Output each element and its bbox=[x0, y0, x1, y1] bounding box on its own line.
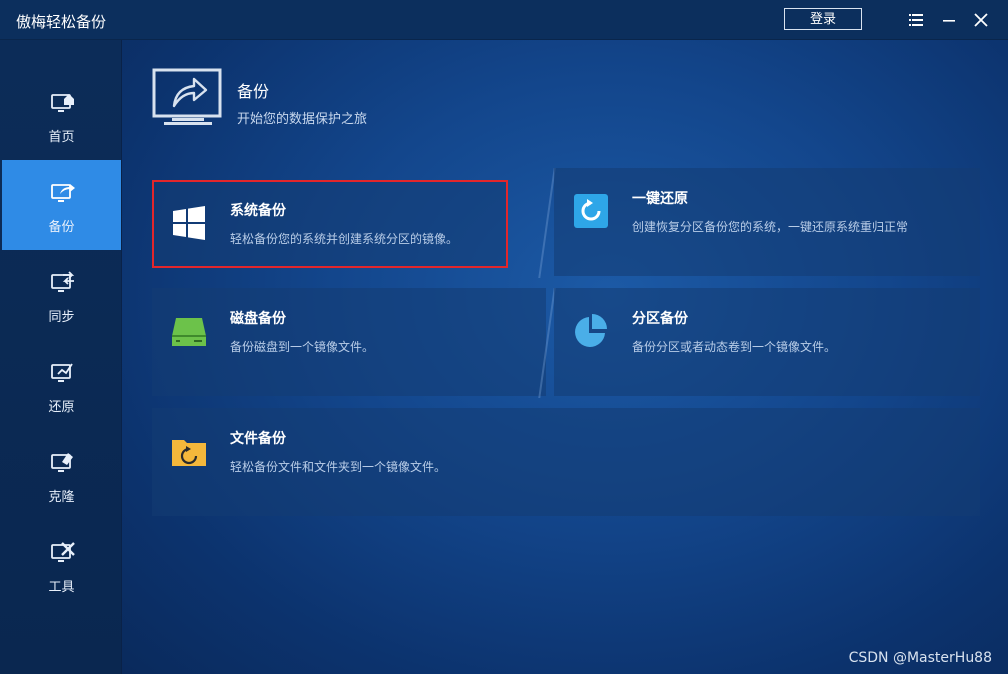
windows-icon bbox=[173, 206, 205, 240]
sidebar-item-home[interactable]: 首页 bbox=[2, 70, 121, 160]
card-desc: 备份磁盘到一个镜像文件。 bbox=[230, 340, 375, 354]
folder-icon bbox=[172, 440, 206, 466]
sidebar-item-clone[interactable]: 克隆 bbox=[2, 430, 121, 520]
pie-icon bbox=[575, 314, 607, 347]
card-title: 分区备份 bbox=[632, 311, 688, 327]
sidebar-item-sync[interactable]: 同步 bbox=[2, 250, 121, 340]
clone-icon bbox=[51, 453, 73, 472]
sidebar-item-label: 还原 bbox=[48, 400, 75, 415]
restore-circle-icon bbox=[574, 194, 608, 228]
sidebar-item-tools[interactable]: 工具 bbox=[2, 520, 121, 610]
menu-icon[interactable] bbox=[908, 12, 924, 28]
sidebar-item-label: 首页 bbox=[48, 130, 75, 145]
card-title: 一键还原 bbox=[632, 191, 688, 207]
page-title: 备份 bbox=[237, 82, 270, 101]
card-desc: 轻松备份文件和文件夹到一个镜像文件。 bbox=[230, 460, 447, 474]
page-subtitle: 开始您的数据保护之旅 bbox=[237, 112, 368, 127]
restore-icon bbox=[51, 363, 73, 382]
tools-icon bbox=[51, 542, 75, 562]
one-key-restore-card[interactable]: 一键还原 创建恢复分区备份您的系统，一键还原系统重归正常 bbox=[554, 168, 980, 276]
title-bar: 傲梅轻松备份 登录 bbox=[0, 0, 1008, 40]
card-desc: 创建恢复分区备份您的系统，一键还原系统重归正常 bbox=[632, 220, 909, 234]
backup-monitor-icon bbox=[152, 68, 222, 125]
sidebar-item-label: 工具 bbox=[48, 580, 75, 595]
card-desc: 备份分区或者动态卷到一个镜像文件。 bbox=[632, 340, 837, 354]
card-title: 磁盘备份 bbox=[230, 311, 286, 327]
home-icon bbox=[51, 94, 74, 112]
card-title: 文件备份 bbox=[230, 431, 286, 447]
sidebar-item-label: 备份 bbox=[48, 220, 75, 235]
card-desc: 轻松备份您的系统并创建系统分区的镜像。 bbox=[230, 232, 459, 246]
minimize-icon[interactable] bbox=[941, 12, 957, 28]
sidebar-item-backup[interactable]: 备份 bbox=[2, 160, 121, 250]
disk-icon bbox=[172, 318, 206, 346]
card-title: 系统备份 bbox=[230, 203, 286, 219]
backup-icon bbox=[51, 184, 75, 202]
sync-icon bbox=[51, 271, 75, 292]
partition-backup-card[interactable]: 分区备份 备份分区或者动态卷到一个镜像文件。 bbox=[554, 288, 980, 396]
close-icon[interactable] bbox=[973, 12, 989, 28]
login-button[interactable]: 登录 bbox=[784, 8, 862, 30]
main-panel: 备份 开始您的数据保护之旅 系统备份 轻松备份您的系统并创建系统分区的镜像。 一… bbox=[122, 40, 1008, 674]
disk-backup-card[interactable]: 磁盘备份 备份磁盘到一个镜像文件。 bbox=[152, 288, 546, 396]
system-backup-card[interactable]: 系统备份 轻松备份您的系统并创建系统分区的镜像。 bbox=[152, 180, 508, 268]
sidebar-item-restore[interactable]: 还原 bbox=[2, 340, 121, 430]
app-title: 傲梅轻松备份 bbox=[16, 13, 107, 31]
sidebar: 首页 备份 同步 还原 克隆 工具 bbox=[0, 40, 122, 674]
file-backup-card[interactable]: 文件备份 轻松备份文件和文件夹到一个镜像文件。 bbox=[152, 408, 980, 516]
sidebar-item-label: 克隆 bbox=[48, 490, 75, 505]
sidebar-item-label: 同步 bbox=[48, 310, 75, 325]
watermark: CSDN @MasterHu88 bbox=[848, 650, 992, 666]
